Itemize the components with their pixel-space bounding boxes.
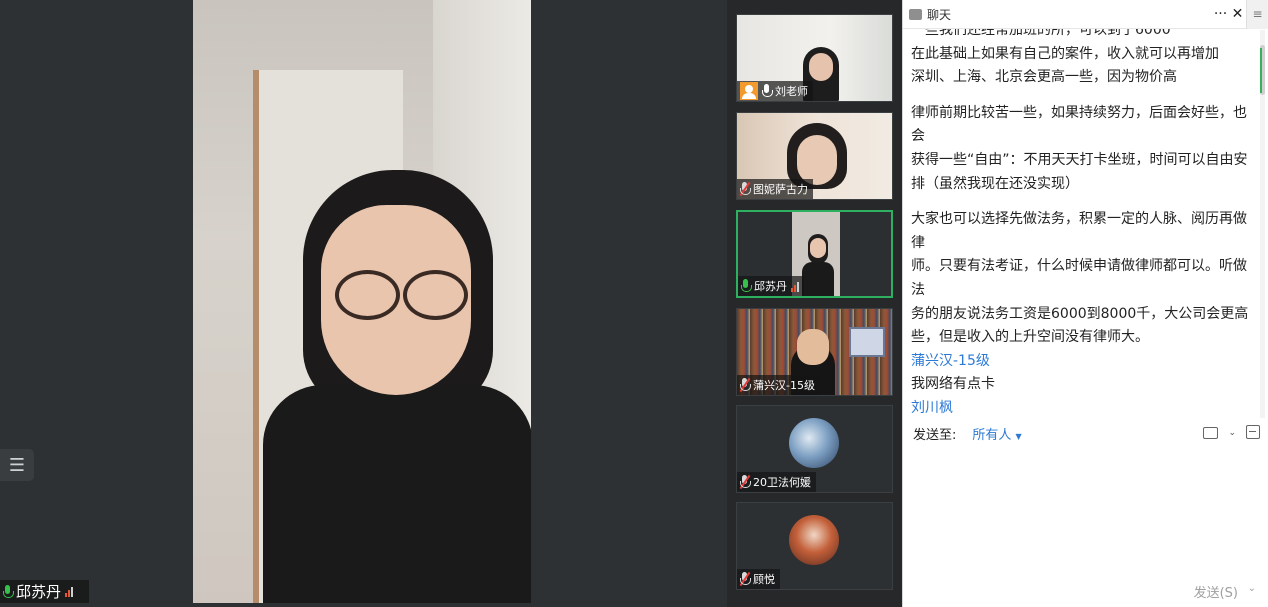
send-button[interactable]: 发送(S) (1194, 582, 1238, 601)
participant-tile[interactable]: 顾悦 (736, 502, 893, 590)
mic-muted-icon (739, 474, 751, 490)
save-chat-icon[interactable] (1246, 425, 1260, 439)
main-video-feed (193, 0, 531, 603)
mic-muted-icon (739, 571, 751, 587)
chat-bubble-icon (909, 4, 922, 20)
participant-tile[interactable]: 图妮萨古力 (736, 112, 893, 200)
participant-avatar (789, 418, 839, 468)
participant-name-tag: 顾悦 (737, 569, 780, 589)
participant-tile-active[interactable]: 邱苏丹 (736, 210, 893, 298)
participant-name-tag: 刘老师 (737, 81, 813, 101)
send-options-chevron-icon[interactable]: ⌄ (1248, 583, 1256, 594)
message-sender[interactable]: 蒲兴汉-15级 (911, 350, 1253, 374)
message-gap (911, 90, 1253, 102)
message-text: 些，但是收入的上升空间没有律师大。 (911, 329, 1149, 346)
participant-name: 刘老师 (775, 85, 808, 98)
chat-scroll-indicator (1260, 48, 1262, 93)
video-stage: ☰ 邱苏丹 (0, 0, 727, 607)
menu-icon[interactable]: ≡ (1246, 0, 1268, 29)
chat-title: 聊天 (927, 7, 952, 22)
participant-name-tag: 邱苏丹 (738, 276, 804, 296)
main-speaker-tag: 邱苏丹 (0, 580, 89, 603)
participant-list-toggle[interactable]: ☰ (0, 449, 34, 481)
dropdown-caret-icon: ▼ (1015, 432, 1022, 441)
person-avatar-icon (740, 82, 758, 100)
participant-name: 20卫法何媛 (753, 476, 811, 489)
mic-on-icon (3, 584, 14, 599)
send-to-target: 所有人 (972, 428, 1012, 443)
main-speaker-name: 邱苏丹 (16, 583, 62, 601)
list-icon: ☰ (8, 454, 26, 476)
file-send-icon[interactable] (1203, 427, 1219, 439)
chevron-down-icon[interactable]: ⌄ (1228, 428, 1236, 439)
mic-muted-icon (739, 377, 751, 393)
close-icon[interactable]: ✕ (1229, 6, 1246, 22)
message-gap (911, 196, 1253, 208)
signal-strength-icon (65, 586, 74, 597)
mic-on-icon (762, 84, 773, 98)
message-text: 排（虽然我现在还没实现） (911, 175, 1079, 192)
message-text: 在此基础上如果有自己的案件，收入就可以再增加 (911, 45, 1219, 62)
mic-on-icon (741, 279, 752, 293)
participant-tile[interactable]: 刘老师 (736, 14, 893, 102)
participant-name-tag: 蒲兴汉-15级 (737, 375, 820, 395)
chat-message-list[interactable]: 一些我们还经常加班的所，可以到了6000 在此基础上如果有自己的案件，收入就可以再… (903, 29, 1261, 416)
message-text: 我网络有点卡 (911, 376, 995, 393)
message-text: 获得一些“自由”：不用天天打卡坐班，时间可以自由安 (911, 151, 1248, 168)
participant-name: 顾悦 (753, 573, 775, 586)
send-to-row: 发送至: 所有人 ▼ (913, 424, 1022, 443)
chat-input[interactable] (903, 450, 1268, 575)
chat-tools: ⌄ (1203, 424, 1260, 439)
participant-name: 图妮萨古力 (753, 183, 808, 196)
send-to-dropdown[interactable]: 所有人 ▼ (972, 424, 1021, 443)
participant-name: 蒲兴汉-15级 (753, 379, 815, 392)
participant-name: 邱苏丹 (754, 280, 787, 293)
participant-name-tag: 20卫法何媛 (737, 472, 816, 492)
participant-avatar (789, 515, 839, 565)
mic-muted-icon (739, 181, 751, 197)
chat-header: 聊天 ··· ✕ ≡ (903, 0, 1268, 29)
more-options-icon[interactable]: ··· (1212, 6, 1229, 22)
message-text: 一些我们还经常加班的所，可以到了6000 (911, 29, 1171, 38)
participant-gallery: 刘老师 图妮萨古力 邱苏丹 蒲兴汉-15级 20卫法何媛 顾悦 (727, 0, 902, 607)
message-text: 大家也可以选择先做法务，积累一定的人脉、阅历再做律 (911, 211, 1247, 251)
message-text: 师。只要有法考证，什么时候申请做律师都可以。听做法 (911, 258, 1247, 298)
signal-strength-icon (791, 281, 799, 292)
send-to-label: 发送至: (913, 428, 957, 443)
speaker-figure (263, 170, 531, 603)
participant-name-tag: 图妮萨古力 (737, 179, 813, 199)
message-text: 深圳、上海、北京会更高一些，因为物价高 (911, 69, 1177, 86)
message-sender[interactable]: 刘川枫 (911, 397, 1253, 416)
message-text: 务的朋友说法务工资是6000到8000千，大公司会更高 (911, 305, 1249, 322)
chat-panel: 聊天 ··· ✕ ≡ 一些我们还经常加班的所，可以到了6000 在此基础上如果有自… (902, 0, 1268, 607)
message-text: 律师前期比较苦一些，如果持续努力，后面会好些，也会 (911, 104, 1247, 145)
participant-tile[interactable]: 20卫法何媛 (736, 405, 893, 493)
participant-tile[interactable]: 蒲兴汉-15级 (736, 308, 893, 396)
